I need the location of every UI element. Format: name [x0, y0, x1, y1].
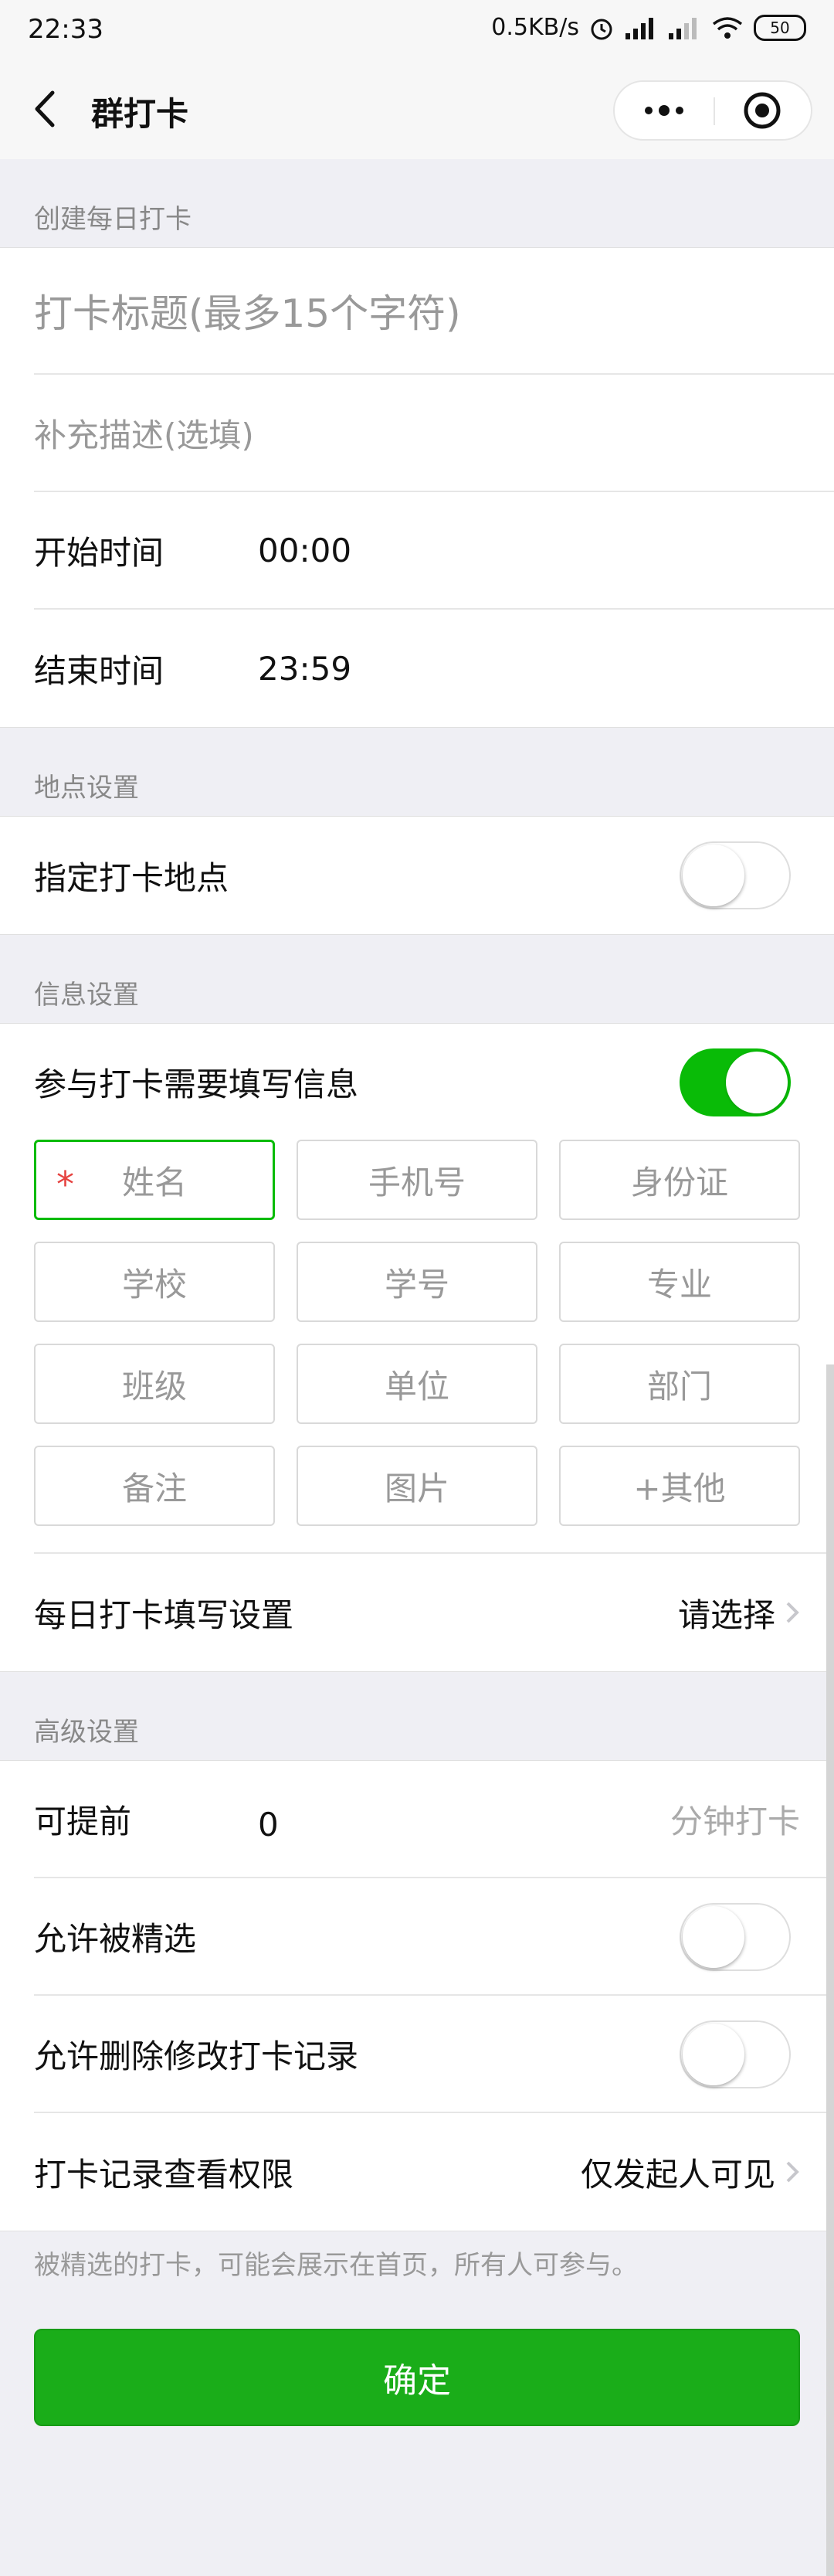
featured-label: 允许被精选 [34, 1919, 197, 1958]
permission-row[interactable]: 打卡记录查看权限 仅发起人可见 [34, 2113, 834, 2231]
back-icon[interactable] [26, 88, 65, 130]
daily-setting-label: 每日打卡填写设置 [34, 1596, 294, 1634]
tag-student-id[interactable]: 学号 [297, 1242, 537, 1322]
tag-label: 专业 [646, 1265, 712, 1303]
target-icon [744, 92, 781, 129]
tag-label: 身份证 [630, 1163, 728, 1201]
daily-setting-value: 请选择 [677, 1596, 775, 1634]
section-title-info: 信息设置 [34, 980, 139, 1011]
signal-icon [626, 17, 653, 39]
status-time: 22:33 [28, 14, 103, 45]
create-group: 打卡标题(最多15个字符) 补充描述(选填) 开始时间 00:00 结束时间 2… [0, 247, 834, 728]
end-time-label: 结束时间 [34, 651, 164, 690]
chevron-right-icon [786, 1602, 799, 1623]
tag-label: 姓名 [121, 1163, 187, 1201]
tag-label: 备注 [121, 1469, 187, 1507]
tag-label: +其他 [633, 1469, 726, 1507]
tag-name[interactable]: * 姓名 [34, 1140, 275, 1220]
featured-note: 被精选的打卡，可能会展示在首页，所有人可参与。 [34, 2250, 638, 2281]
page-title: 群打卡 [91, 95, 189, 133]
info-group: 参与打卡需要填写信息 * 姓名 手机号 身份证 学校 学号 专业 班级 单位 部… [0, 1023, 834, 1672]
status-icons: 0.5KB/s 50 [491, 14, 806, 41]
tag-department[interactable]: 部门 [559, 1344, 800, 1424]
require-info-toggle[interactable] [680, 1048, 791, 1116]
end-time-row[interactable]: 结束时间 23:59 [34, 610, 834, 727]
advance-row: 可提前 0 分钟打卡 [34, 1761, 834, 1878]
toggle-knob [726, 1052, 788, 1113]
tag-class[interactable]: 班级 [34, 1344, 275, 1424]
confirm-button[interactable]: 确定 [34, 2329, 800, 2426]
location-toggle[interactable] [680, 841, 791, 909]
tag-label: 学号 [384, 1265, 449, 1303]
scrollbar[interactable] [826, 1364, 834, 2576]
permission-value: 仅发起人可见 [580, 2155, 775, 2194]
tag-label: 单位 [384, 1367, 449, 1405]
start-time-value[interactable]: 00:00 [258, 532, 351, 569]
description-field[interactable]: 补充描述(选填) [34, 375, 834, 492]
description-input-placeholder: 补充描述(选填) [34, 416, 254, 454]
advance-label: 可提前 [34, 1802, 132, 1840]
toggle-knob [683, 2024, 744, 2085]
network-speed: 0.5KB/s [491, 14, 579, 41]
tag-other[interactable]: +其他 [559, 1446, 800, 1526]
delete-row: 允许删除修改打卡记录 [34, 1996, 834, 2113]
location-label: 指定打卡地点 [34, 858, 229, 897]
tag-label: 图片 [384, 1469, 449, 1507]
wifi-icon [712, 16, 743, 39]
chevron-right-icon [786, 2161, 799, 2183]
tag-label: 部门 [646, 1367, 712, 1405]
end-time-value[interactable]: 23:59 [258, 650, 351, 688]
start-time-row[interactable]: 开始时间 00:00 [34, 492, 834, 610]
tag-major[interactable]: 专业 [559, 1242, 800, 1322]
alarm-icon [591, 19, 612, 39]
permission-label: 打卡记录查看权限 [34, 2155, 294, 2194]
required-mark: * [56, 1164, 74, 1205]
close-mini-program-button[interactable] [714, 82, 811, 139]
tag-phone[interactable]: 手机号 [297, 1140, 537, 1220]
info-tag-grid: * 姓名 手机号 身份证 学校 学号 专业 班级 单位 部门 备注 图片 +其他 [34, 1140, 834, 1554]
location-row: 指定打卡地点 [34, 817, 834, 934]
tag-label: 班级 [121, 1367, 187, 1405]
delete-label: 允许删除修改打卡记录 [34, 2037, 359, 2075]
tag-school[interactable]: 学校 [34, 1242, 275, 1322]
require-info-row: 参与打卡需要填写信息 [34, 1024, 834, 1140]
mini-program-capsule [613, 80, 812, 141]
advanced-group: 可提前 0 分钟打卡 允许被精选 允许删除修改打卡记录 打卡记录查看权限 仅发起… [0, 1760, 834, 2231]
section-title-create: 创建每日打卡 [34, 204, 192, 235]
location-group: 指定打卡地点 [0, 816, 834, 935]
tag-company[interactable]: 单位 [297, 1344, 537, 1424]
more-button[interactable] [615, 82, 714, 139]
tag-label: 学校 [121, 1265, 187, 1303]
tag-image[interactable]: 图片 [297, 1446, 537, 1526]
advance-unit: 分钟打卡 [670, 1802, 800, 1840]
featured-toggle[interactable] [680, 1903, 791, 1971]
signal-weak-icon [669, 17, 697, 39]
tag-remark[interactable]: 备注 [34, 1446, 275, 1526]
more-dots-icon [645, 105, 683, 116]
featured-row: 允许被精选 [34, 1878, 834, 1996]
navigation-bar: 群打卡 [0, 59, 834, 159]
battery-icon: 50 [754, 14, 806, 41]
daily-setting-row[interactable]: 每日打卡填写设置 请选择 [34, 1554, 834, 1671]
toggle-knob [683, 845, 744, 906]
advance-minutes-input[interactable]: 0 [258, 1806, 279, 1844]
status-bar: 22:33 0.5KB/s 50 [0, 0, 834, 59]
require-info-label: 参与打卡需要填写信息 [34, 1065, 359, 1103]
tag-id-card[interactable]: 身份证 [559, 1140, 800, 1220]
section-title-advanced: 高级设置 [34, 1717, 139, 1748]
title-field[interactable]: 打卡标题(最多15个字符) [34, 248, 834, 375]
section-title-location: 地点设置 [34, 773, 139, 804]
title-input-placeholder: 打卡标题(最多15个字符) [34, 291, 461, 336]
tag-label: 手机号 [368, 1163, 466, 1201]
toggle-knob [683, 1906, 744, 1968]
start-time-label: 开始时间 [34, 533, 164, 572]
delete-toggle[interactable] [680, 2020, 791, 2088]
